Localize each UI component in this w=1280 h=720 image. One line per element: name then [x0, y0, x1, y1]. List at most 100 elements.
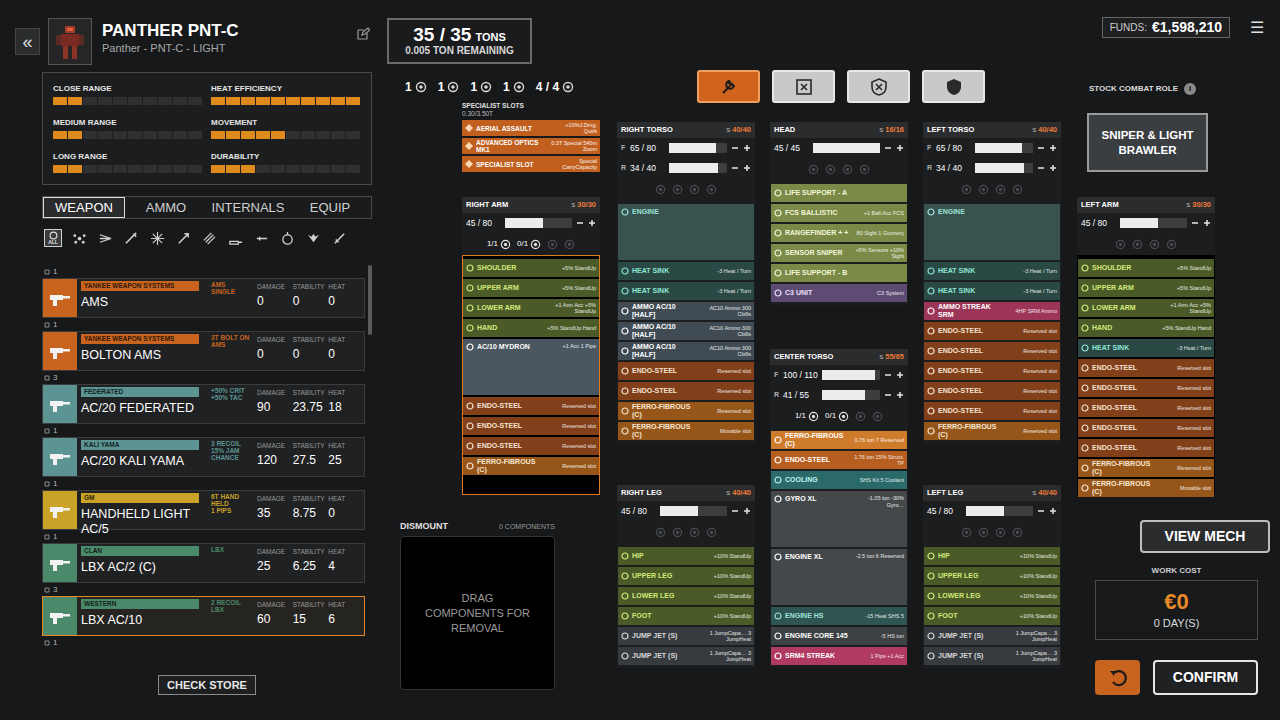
weapon-card[interactable]: FEDERATEDAC/20 FEDERATED+50% CRIT+50% TA…: [42, 384, 365, 424]
slot[interactable]: FERRO-FIBROUS (C)Reserved slot: [463, 457, 599, 475]
slot[interactable]: JUMP JET (S)1 JumpCapa… 3 JumpHeat: [924, 647, 1060, 665]
slot[interactable]: FERRO-FIBROUS (C)Reserved slot: [924, 422, 1060, 440]
slot[interactable]: FOOT+10% StandUp: [618, 607, 754, 625]
armor-increase-button[interactable]: [895, 144, 904, 153]
slot[interactable]: HEAT SINK-3 Heat / Turn: [618, 282, 754, 300]
armor-decrease-button[interactable]: [1036, 144, 1045, 153]
armor-increase-button[interactable]: [742, 144, 751, 153]
slot[interactable]: ENDO-STEELReserved slot: [924, 322, 1060, 340]
armor-bar[interactable]: [669, 163, 727, 173]
slot[interactable]: ENDO-STEELReserved slot: [1078, 419, 1214, 437]
slot[interactable]: HAND+5% StandUp Hand: [1078, 319, 1214, 337]
armor-increase-button[interactable]: [1048, 164, 1057, 173]
armor-bar[interactable]: [669, 143, 727, 153]
undo-button[interactable]: [1095, 660, 1140, 695]
armor-decrease-button[interactable]: [730, 144, 739, 153]
slot[interactable]: ENDO-STEELReserved slot: [1078, 359, 1214, 377]
slot[interactable]: HAND+5% StandUp Hand: [463, 319, 599, 337]
filter-button[interactable]: [70, 229, 88, 247]
slot[interactable]: ENDO-STEELReserved slot: [463, 397, 599, 415]
slot[interactable]: HEAT SINK-3 Heat / Turn: [618, 262, 754, 280]
armor-bar[interactable]: [966, 506, 1033, 516]
weapon-card[interactable]: CLANLBX AC/2 (C)LBXDAMAGE25STABILITY6.25…: [42, 543, 365, 583]
slot[interactable]: SENSOR SNIPER+5% Sensors +10% Sight: [771, 244, 907, 262]
slot[interactable]: ENGINE CORE 145-5 HS ton: [771, 627, 907, 645]
slot[interactable]: AMMO AC/10 [HALF]AC10 Ammo 300 Cbills: [618, 322, 754, 340]
component-panel[interactable]: RIGHT LEGS40/4045 / 80HIP+10% StandUpUPP…: [617, 485, 755, 668]
slot[interactable]: FERRO-FIBROUS (C)Reserved slot: [618, 402, 754, 420]
armor-decrease-button[interactable]: [883, 391, 892, 400]
armor-decrease-button[interactable]: [883, 371, 892, 380]
slot[interactable]: ENDO-STEEL1.76 ton 15% Struct. TP: [771, 451, 907, 469]
component-panel[interactable]: RIGHT ARMS30/3045 / 801/10/1SHOULDER+5% …: [462, 197, 600, 495]
armor-decrease-button[interactable]: [730, 164, 739, 173]
slot[interactable]: ENGINE HS-15 Heat SHS 5: [771, 607, 907, 625]
slot[interactable]: AMMO AC/10 [HALF]AC10 Ammo 300 Cbills: [618, 302, 754, 320]
category-tab[interactable]: AMMO: [125, 197, 207, 218]
slot[interactable]: ENGINE: [618, 204, 754, 260]
slot[interactable]: AMMO AC/10 [HALF]AC10 Ammo 300 Cbills: [618, 342, 754, 360]
armor-decrease-button[interactable]: [1190, 219, 1199, 228]
component-panel[interactable]: HEADS16/1645 / 45LIFE SUPPORT - AFCS BAL…: [770, 122, 908, 305]
slot[interactable]: ENGINE XL-2.5 ton 6 Reserved: [771, 549, 907, 605]
slot[interactable]: FERRO-FIBROUS (C)Movable slot: [1078, 479, 1214, 497]
category-tab[interactable]: EQUIP: [289, 197, 371, 218]
slot[interactable]: UPPER ARM+5% StandUp: [463, 279, 599, 297]
armor-increase-button[interactable]: [587, 219, 596, 228]
armor-bar[interactable]: [813, 143, 880, 153]
armor-decrease-button[interactable]: [575, 219, 584, 228]
slot[interactable]: ENDO-STEELReserved slot: [1078, 399, 1214, 417]
slot[interactable]: RANGEFINDER + +80 Sight 1 Gunnery: [771, 224, 907, 242]
slot[interactable]: LOWER ARM+1 Arm Acc +5% StandUp: [463, 299, 599, 317]
slot[interactable]: ENDO-STEELReserved slot: [618, 362, 754, 380]
weapon-card[interactable]: YANKEE WEAPON SYSTEMSAMSAMSSINGLEDAMAGE0…: [42, 278, 365, 318]
component-panel[interactable]: CENTER TORSOS55/65F100 / 110R41 / 551/10…: [770, 349, 908, 668]
component-panel[interactable]: LEFT LEGS40/4045 / 80HIP+10% StandUpUPPE…: [923, 485, 1061, 668]
edit-name-button[interactable]: [357, 27, 370, 40]
filter-button[interactable]: [200, 229, 218, 247]
armor-decrease-button[interactable]: [1036, 164, 1045, 173]
slot[interactable]: ENDO-STEELReserved slot: [924, 362, 1060, 380]
weapon-card[interactable]: GMHANDHELD LIGHT AC/56T HAND HELD1 PIPSD…: [42, 490, 365, 530]
tool-button[interactable]: [922, 70, 985, 103]
filter-button[interactable]: [252, 229, 270, 247]
slot[interactable]: SHOULDER+5% StandUp: [1078, 259, 1214, 277]
slot[interactable]: FCS BALLISTIC+1 Ball.Acc FCS: [771, 204, 907, 222]
filter-button[interactable]: [304, 229, 322, 247]
armor-increase-button[interactable]: [1202, 219, 1211, 228]
slot[interactable]: UPPER ARM+5% StandUp: [1078, 279, 1214, 297]
slot[interactable]: AMMO STREAK SRM4HP SRM Ammo: [924, 302, 1060, 320]
slot[interactable]: ENDO-STEELReserved slot: [924, 382, 1060, 400]
slot[interactable]: JUMP JET (S)1 JumpCapa… 3 JumpHeat: [618, 647, 754, 665]
tool-button[interactable]: [772, 70, 835, 103]
slot[interactable]: HIP+10% StandUp: [618, 547, 754, 565]
slot[interactable]: JUMP JET (S)1 JumpCapa… 3 JumpHeat: [924, 627, 1060, 645]
slot[interactable]: FERRO-FIBROUS (C)0.76 ton 7 Reserved: [771, 431, 907, 449]
armor-increase-button[interactable]: [1048, 144, 1057, 153]
filter-button[interactable]: [330, 229, 348, 247]
back-button[interactable]: «: [15, 28, 40, 55]
armor-increase-button[interactable]: [1048, 507, 1057, 516]
slot[interactable]: LOWER LEG+10% StandUp: [924, 587, 1060, 605]
weapon-card[interactable]: KALI YAMAAC/20 KALI YAMA3 RECOIL15% JAMC…: [42, 437, 365, 477]
armor-increase-button[interactable]: [895, 391, 904, 400]
armor-bar[interactable]: [975, 163, 1033, 173]
slot[interactable]: SRM4 STREAK1 Pips +1 Acc: [771, 647, 907, 665]
slot[interactable]: LIFE SUPPORT - A: [771, 184, 907, 202]
slot[interactable]: GYRO XL-1.05 ton -30% Gyro…: [771, 491, 907, 547]
filter-button[interactable]: [148, 229, 166, 247]
scrollbar[interactable]: [368, 265, 372, 655]
slot[interactable]: ENGINE: [924, 204, 1060, 260]
filter-button[interactable]: [122, 229, 140, 247]
slot[interactable]: LOWER ARM+1 Arm Acc +5% StandUp: [1078, 299, 1214, 317]
armor-decrease-button[interactable]: [883, 144, 892, 153]
slot[interactable]: ENDO-STEELReserved slot: [924, 402, 1060, 420]
slot[interactable]: ENDO-STEELReserved slot: [924, 342, 1060, 360]
slot[interactable]: AC/10 MYDRON+1 Acc 1 Pips: [463, 339, 599, 395]
slot[interactable]: SHOULDER+5% StandUp: [463, 259, 599, 277]
category-tab[interactable]: INTERNALS: [207, 197, 289, 218]
view-mech-button[interactable]: VIEW MECH: [1140, 520, 1270, 553]
armor-decrease-button[interactable]: [730, 507, 739, 516]
slot[interactable]: FOOT+10% StandUp: [924, 607, 1060, 625]
armor-increase-button[interactable]: [895, 371, 904, 380]
